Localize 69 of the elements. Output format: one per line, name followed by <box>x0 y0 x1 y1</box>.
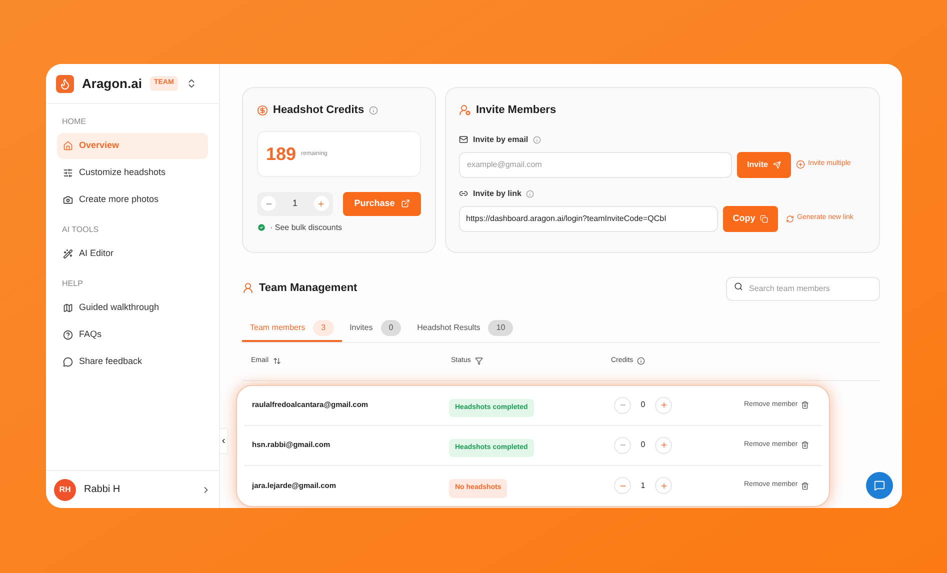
info-icon[interactable] <box>637 357 646 365</box>
card-title: Invite Members <box>476 103 556 118</box>
plus-circle-icon <box>796 160 805 169</box>
nav-item[interactable]: Share feedback <box>57 349 208 375</box>
home-icon <box>63 141 73 151</box>
magic-wand-icon <box>63 249 73 259</box>
section-heading: HOME <box>62 116 87 128</box>
avatar: RH <box>54 478 76 500</box>
plus-icon <box>317 200 326 208</box>
chevron-left-icon <box>220 437 227 445</box>
card-title: Headshot Credits <box>273 103 364 118</box>
mail-icon <box>459 135 468 144</box>
sort-icon[interactable] <box>272 357 281 365</box>
copy-icon <box>760 214 768 222</box>
user-gear-icon <box>459 104 471 116</box>
increase-button[interactable] <box>655 477 672 494</box>
credits-cell-text: 0 <box>640 439 646 451</box>
brand-name: Aragon.ai <box>82 74 142 93</box>
field-label: Invite by email <box>473 134 528 146</box>
count-badge: 10 <box>488 320 514 336</box>
trash-icon <box>800 441 809 449</box>
chat-icon <box>874 480 885 491</box>
nav-item[interactable]: AI Editor <box>57 241 208 267</box>
help-icon <box>63 330 73 340</box>
link-icon <box>459 189 468 198</box>
nav-item[interactable]: FAQs <box>57 322 208 348</box>
external-link-icon <box>400 199 410 208</box>
search-icon <box>734 282 743 291</box>
invite-link-field[interactable]: https://dashboard.aragon.ai/login?teamInviteCode=QCbI <box>459 206 718 232</box>
sliders-icon <box>63 168 73 178</box>
search-field[interactable]: Search team members <box>726 276 880 300</box>
credits-cell-text: 1 <box>640 480 646 492</box>
check-icon <box>257 223 266 232</box>
tab[interactable]: Invites 0 <box>342 316 410 342</box>
refresh-icon <box>786 214 794 222</box>
nav-item[interactable]: Create more photos <box>57 187 208 213</box>
email-input[interactable]: example@gmail.com <box>459 152 732 178</box>
camera-icon <box>63 195 73 205</box>
user-icon <box>242 282 254 294</box>
plus-icon <box>660 441 668 449</box>
count-badge: 3 <box>313 320 334 336</box>
coin-icon <box>257 104 268 116</box>
tab[interactable]: Headshot Results 10 <box>409 316 522 342</box>
count-badge: 0 <box>380 320 402 336</box>
section-title: Team Management <box>259 280 358 296</box>
map-icon <box>63 303 73 313</box>
increase-button[interactable] <box>314 196 329 211</box>
nav-item[interactable]: Customize headshots <box>57 160 208 186</box>
field-label: Invite by link <box>473 188 522 200</box>
quantity-value[interactable]: 1 <box>292 196 298 210</box>
filter-icon[interactable] <box>474 357 483 365</box>
send-icon <box>772 160 781 168</box>
bulk-discounts-link[interactable]: · See bulk discounts <box>270 222 342 234</box>
trash-icon <box>800 482 809 490</box>
chat-bubble-icon <box>63 357 73 367</box>
trash-icon <box>800 401 809 409</box>
credits-count: 189 <box>266 144 296 162</box>
increase-button[interactable] <box>655 436 672 454</box>
nav-item[interactable]: Guided walkthrough <box>57 295 208 321</box>
flame-icon <box>59 78 71 90</box>
credits-cell-text: 0 <box>640 399 646 411</box>
plus-icon <box>660 482 668 490</box>
section-heading: HELP <box>62 278 84 290</box>
plus-icon <box>660 401 668 409</box>
increase-button[interactable] <box>655 396 672 414</box>
section-heading: AI TOOLS <box>62 224 100 236</box>
decrease-button[interactable] <box>261 196 276 211</box>
user-name: Rabbi H <box>84 483 122 497</box>
collapse-button[interactable] <box>219 428 228 454</box>
